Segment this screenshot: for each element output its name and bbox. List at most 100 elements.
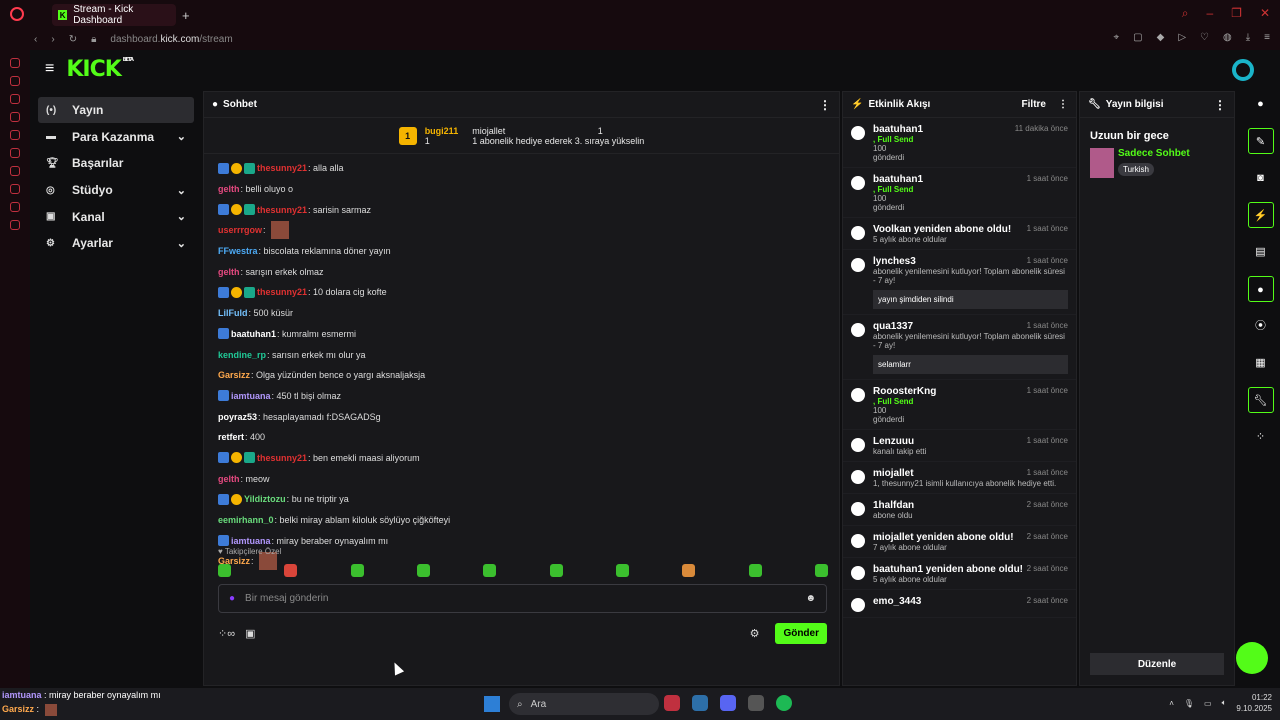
chevron-down-icon[interactable]: ⌄ xyxy=(177,237,186,250)
windows-start-icon[interactable] xyxy=(484,696,500,712)
opera-logo-icon[interactable] xyxy=(10,7,24,21)
kick-logo[interactable]: KICK BETA xyxy=(66,57,134,82)
chat-username[interactable]: gelth xyxy=(218,267,240,277)
chevron-down-icon[interactable]: ⌄ xyxy=(177,130,186,143)
activity-name[interactable]: miojallet xyxy=(873,468,914,479)
send-button[interactable]: Gönder xyxy=(775,622,827,644)
download-icon[interactable]: ⤓ xyxy=(1246,32,1250,43)
activity-name[interactable]: lynches3 xyxy=(873,256,916,267)
emote-button[interactable] xyxy=(350,564,364,577)
chat-username[interactable]: thesunny21 xyxy=(257,163,307,173)
new-tab-button[interactable]: + xyxy=(182,8,190,23)
activity-name[interactable]: Voolkan yeniden abone oldu! xyxy=(873,224,1011,235)
shield-icon[interactable]: ◆ xyxy=(1157,32,1165,43)
camera-icon[interactable]: ◙ xyxy=(1248,165,1274,191)
chat-username[interactable]: poyraz53 xyxy=(218,412,257,422)
chat-username[interactable]: FFwestra xyxy=(218,246,258,256)
volume-icon[interactable]: 🔈︎ xyxy=(1222,698,1227,708)
emote-button[interactable] xyxy=(284,564,298,577)
chat-username[interactable]: thesunny21 xyxy=(257,287,307,297)
minimize-icon[interactable]: – xyxy=(1206,6,1213,21)
emote-button[interactable] xyxy=(615,564,629,577)
recipient-name[interactable]: miojallet xyxy=(472,126,505,136)
chevron-down-icon[interactable]: ⌄ xyxy=(177,184,186,197)
chevron-up-icon[interactable]: ˄ xyxy=(1169,699,1174,708)
pin-icon[interactable]: ⌖ xyxy=(1114,32,1120,43)
activity-name[interactable]: Lenzuuu xyxy=(873,436,914,447)
search-icon[interactable]: ⌕ xyxy=(1182,6,1189,21)
chat-username[interactable]: iamtuana xyxy=(231,536,271,546)
sidebar-app-icon[interactable] xyxy=(10,148,20,158)
users-icon[interactable]: ⁘∞ xyxy=(218,627,235,640)
url-field[interactable]: dashboard.kick.com/stream xyxy=(110,34,232,45)
activity-icon[interactable]: ⚡ xyxy=(1247,202,1274,228)
heart-icon[interactable]: ♡ xyxy=(1200,32,1209,43)
back-icon[interactable]: ‹ xyxy=(34,34,37,45)
close-icon[interactable]: ✕ xyxy=(1260,6,1270,21)
sidebar-app-icon[interactable] xyxy=(10,58,20,68)
chat-username[interactable]: kendine_rp xyxy=(218,350,266,360)
chat-input[interactable]: ● Bir mesaj gönderin ☻ xyxy=(218,584,827,613)
chat-username[interactable]: LilFuld xyxy=(218,308,248,318)
notes-icon[interactable]: ▤ xyxy=(1248,239,1274,265)
info-icon[interactable]: ● xyxy=(1248,91,1274,117)
forward-icon[interactable]: › xyxy=(51,34,54,45)
emote-button[interactable] xyxy=(549,564,563,577)
chat-username[interactable]: baatuhan1 xyxy=(231,329,276,339)
streaming-software-icon[interactable] xyxy=(1232,59,1254,81)
browser-tab[interactable]: K Stream - Kick Dashboard xyxy=(52,4,176,26)
store-icon[interactable]: ▣ xyxy=(245,627,255,640)
sidebar-app-icon[interactable] xyxy=(10,76,20,86)
play-icon[interactable]: ▷ xyxy=(1178,32,1186,43)
chat-username[interactable]: thesunny21 xyxy=(257,453,307,463)
sidebar-app-icon[interactable] xyxy=(10,130,20,140)
stream-info-options-icon[interactable]: ⋮ xyxy=(1214,98,1226,112)
nav-item-5[interactable]: ⚙ Ayarlar ⌄ xyxy=(38,230,194,256)
activity-name[interactable]: baatuhan1 yeniden abone oldu! xyxy=(873,564,1023,575)
gifter-name[interactable]: bugi211 xyxy=(425,126,459,136)
activity-name[interactable]: RooosterKng xyxy=(873,386,936,397)
follow-only-mode[interactable]: ♥ Takipçilere Özel xyxy=(218,547,281,556)
sidebar-app-icon[interactable] xyxy=(10,166,20,176)
activity-name[interactable]: baatuhan1 xyxy=(873,124,923,135)
app-taskbar-icon[interactable] xyxy=(748,695,764,711)
sidebar-app-icon[interactable] xyxy=(10,220,20,230)
tools-icon[interactable]: 🔧︎ xyxy=(1247,387,1274,413)
chevron-down-icon[interactable]: ⌄ xyxy=(177,210,186,223)
sidebar-app-icon[interactable] xyxy=(10,94,20,104)
emote-button[interactable] xyxy=(483,564,497,577)
nav-item-1[interactable]: ▬ Para Kazanma ⌄ xyxy=(38,124,194,150)
chat-username[interactable]: thesunny21 xyxy=(257,205,307,215)
clock[interactable]: 01:22 9.10.2025 xyxy=(1236,692,1272,714)
spotify-taskbar-icon[interactable] xyxy=(776,695,792,711)
chat-username[interactable]: eemirhann_0 xyxy=(218,515,274,525)
sidebar-app-icon[interactable] xyxy=(10,202,20,212)
activity-name[interactable]: miojallet yeniden abone oldu! xyxy=(873,532,1014,543)
emote-button[interactable] xyxy=(814,564,828,577)
activity-name[interactable]: qua1337 xyxy=(873,321,913,332)
snapshot-icon[interactable]: ▢ xyxy=(1133,32,1142,43)
chat-options-icon[interactable]: ⋮ xyxy=(819,98,831,112)
emoji-icon[interactable]: ☻ xyxy=(805,593,816,604)
sidebar-app-icon[interactable] xyxy=(10,184,20,194)
mic-icon[interactable]: 🎙︎ xyxy=(1184,699,1194,708)
opera-taskbar-icon[interactable] xyxy=(664,695,680,711)
network-icon[interactable]: ▭ xyxy=(1204,699,1212,708)
chat-username[interactable]: Yildiztozu xyxy=(244,494,286,504)
edit-button[interactable]: Düzenle xyxy=(1090,653,1224,675)
broadcast-icon[interactable]: ⦿ xyxy=(1248,313,1274,339)
chat-icon[interactable]: ● xyxy=(1247,276,1274,302)
discord-taskbar-icon[interactable] xyxy=(720,695,736,711)
nav-item-4[interactable]: ▣ Kanal ⌄ xyxy=(38,204,194,230)
reload-icon[interactable]: ↻ xyxy=(69,34,77,45)
profile-icon[interactable]: ◍ xyxy=(1223,32,1232,43)
taskbar-search[interactable]: ⌕ Ara xyxy=(509,693,659,715)
activity-name[interactable]: emo_3443 xyxy=(873,596,921,607)
chat-username[interactable]: Garsizz xyxy=(218,370,250,380)
maximize-icon[interactable]: ❐ xyxy=(1231,6,1242,21)
users-icon[interactable]: ⁘ xyxy=(1248,424,1274,450)
support-button[interactable] xyxy=(1236,642,1268,674)
mic-icon[interactable]: ● xyxy=(229,593,235,604)
nav-item-3[interactable]: ◎ Stüdyo ⌄ xyxy=(38,177,194,203)
emote-button[interactable] xyxy=(682,564,696,577)
